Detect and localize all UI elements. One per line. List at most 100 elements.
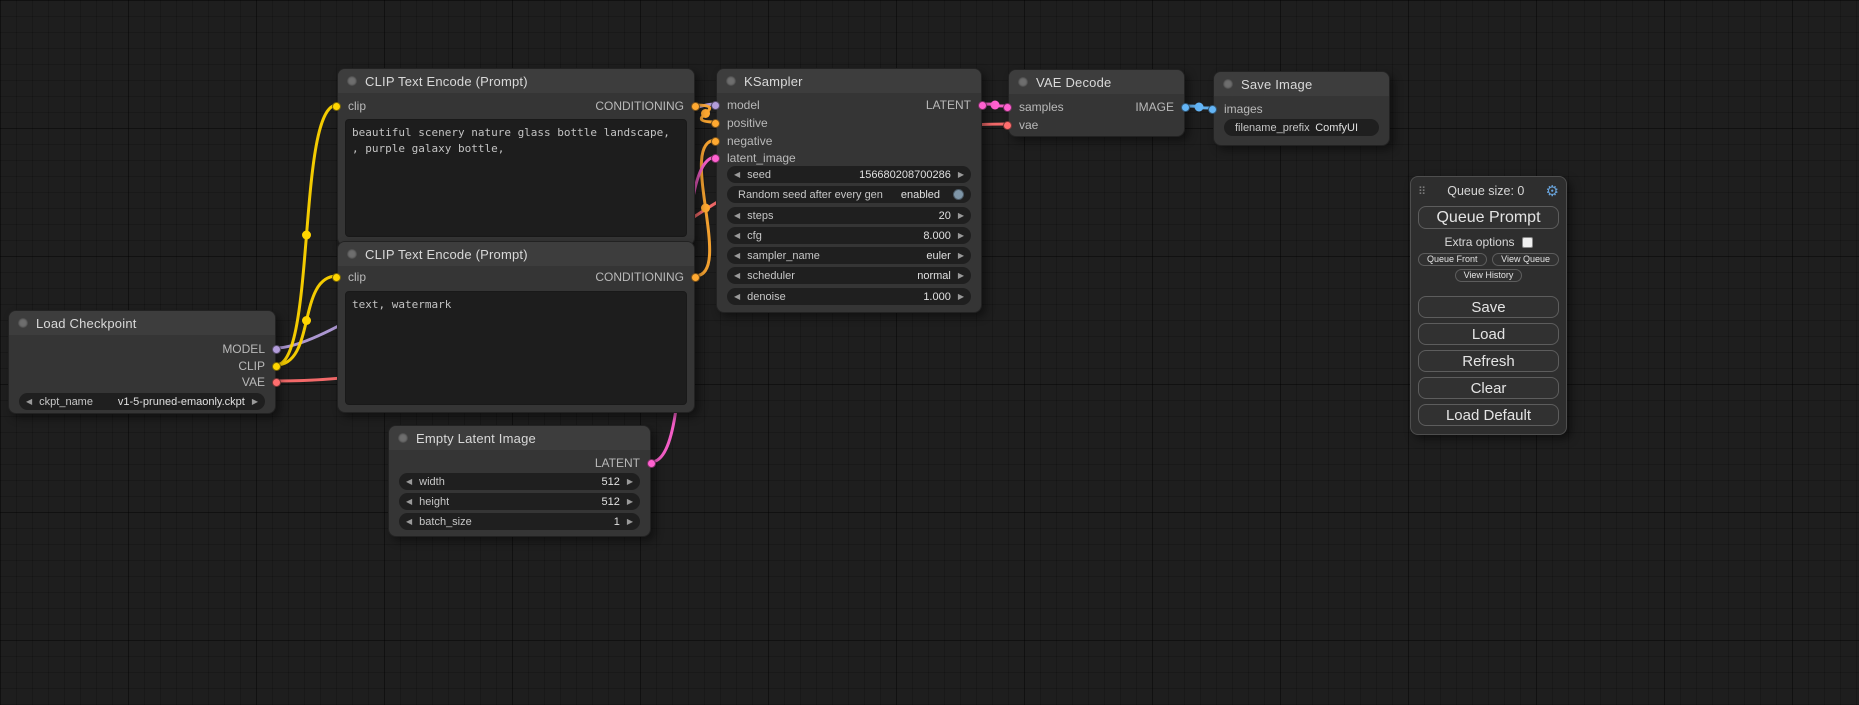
node-save-image[interactable]: Save Image images filename_prefix ComfyU… xyxy=(1213,71,1390,146)
conditioning-port-icon[interactable] xyxy=(691,102,700,111)
output-slot-latent[interactable]: LATENT xyxy=(595,456,656,470)
increment-arrow-icon[interactable]: ▶ xyxy=(627,498,633,506)
collapse-dot[interactable] xyxy=(18,318,28,328)
decrement-arrow-icon[interactable]: ◀ xyxy=(734,212,740,220)
node-title-bar[interactable]: Save Image xyxy=(1214,72,1389,96)
output-slot-vae[interactable]: VAE xyxy=(242,375,281,389)
link-midpoint-dot[interactable] xyxy=(1195,102,1204,111)
clear-button[interactable]: Clear xyxy=(1418,377,1559,399)
collapse-dot[interactable] xyxy=(1223,79,1233,89)
link-midpoint-dot[interactable] xyxy=(701,109,710,118)
steps-widget[interactable]: ◀ steps 20 ▶ xyxy=(727,207,971,224)
input-slot-vae[interactable]: vae xyxy=(1003,118,1038,132)
view-history-button[interactable]: View History xyxy=(1455,269,1523,282)
negative-prompt-textarea[interactable]: text, watermark xyxy=(345,291,687,405)
increment-arrow-icon[interactable]: ▶ xyxy=(958,293,964,301)
image-port-icon[interactable] xyxy=(1181,103,1190,112)
scheduler-widget[interactable]: ◀ scheduler normal ▶ xyxy=(727,267,971,284)
collapse-dot[interactable] xyxy=(347,76,357,86)
node-clip-text-encode-positive[interactable]: CLIP Text Encode (Prompt) clip CONDITION… xyxy=(337,68,695,246)
decrement-arrow-icon[interactable]: ◀ xyxy=(734,252,740,260)
input-slot-samples[interactable]: samples xyxy=(1003,100,1064,114)
node-vae-decode[interactable]: VAE Decode samples vae IMAGE xyxy=(1008,69,1185,137)
latent-port-icon[interactable] xyxy=(647,459,656,468)
collapse-dot[interactable] xyxy=(398,433,408,443)
link-midpoint-dot[interactable] xyxy=(701,204,710,213)
node-load-checkpoint[interactable]: Load Checkpoint MODEL CLIP VAE ◀ ckpt_na… xyxy=(8,310,276,414)
node-empty-latent-image[interactable]: Empty Latent Image LATENT ◀ width 512 ▶ … xyxy=(388,425,651,537)
increment-arrow-icon[interactable]: ▶ xyxy=(627,518,633,526)
node-clip-text-encode-negative[interactable]: CLIP Text Encode (Prompt) clip CONDITION… xyxy=(337,241,695,413)
queue-prompt-button[interactable]: Queue Prompt xyxy=(1418,206,1559,229)
latent-port-icon[interactable] xyxy=(1003,103,1012,112)
node-title-bar[interactable]: Load Checkpoint xyxy=(9,311,275,335)
drag-handle-icon[interactable]: ⠿ xyxy=(1418,185,1426,198)
conditioning-port-icon[interactable] xyxy=(691,273,700,282)
node-ksampler[interactable]: KSampler model positive negative latent_… xyxy=(716,68,982,313)
output-slot-model[interactable]: MODEL xyxy=(222,342,281,356)
clip-port-icon[interactable] xyxy=(272,362,281,371)
link-midpoint-dot[interactable] xyxy=(302,316,311,325)
refresh-button[interactable]: Refresh xyxy=(1418,350,1559,372)
collapse-dot[interactable] xyxy=(726,76,736,86)
latent-port-icon[interactable] xyxy=(711,154,720,163)
toggle-indicator-icon[interactable] xyxy=(953,189,964,200)
vae-port-icon[interactable] xyxy=(1003,121,1012,130)
link-midpoint-dot[interactable] xyxy=(991,101,1000,110)
node-title-bar[interactable]: CLIP Text Encode (Prompt) xyxy=(338,242,694,266)
collapse-dot[interactable] xyxy=(347,249,357,259)
increment-arrow-icon[interactable]: ▶ xyxy=(958,272,964,280)
height-widget[interactable]: ◀ height 512 ▶ xyxy=(399,493,640,510)
latent-port-icon[interactable] xyxy=(978,101,987,110)
decrement-arrow-icon[interactable]: ◀ xyxy=(734,293,740,301)
ckpt-name-widget[interactable]: ◀ ckpt_name v1-5-pruned-emaonly.ckpt ▶ xyxy=(19,393,265,410)
settings-gear-icon[interactable]: ⚙ xyxy=(1546,184,1559,199)
input-slot-clip[interactable]: clip xyxy=(332,270,366,284)
sampler-name-widget[interactable]: ◀ sampler_name euler ▶ xyxy=(727,247,971,264)
node-title-bar[interactable]: VAE Decode xyxy=(1009,70,1184,94)
width-widget[interactable]: ◀ width 512 ▶ xyxy=(399,473,640,490)
node-graph-canvas[interactable]: { "colors": { "model": "#B39DDB", "clip"… xyxy=(0,0,1859,705)
input-slot-clip[interactable]: clip xyxy=(332,99,366,113)
random-seed-toggle-widget[interactable]: Random seed after every gen enabled xyxy=(727,186,971,203)
input-slot-images[interactable]: images xyxy=(1208,102,1263,116)
queue-front-button[interactable]: Queue Front xyxy=(1418,253,1487,266)
decrement-arrow-icon[interactable]: ◀ xyxy=(406,518,412,526)
input-slot-model[interactable]: model xyxy=(711,98,760,112)
filename-prefix-widget[interactable]: filename_prefix ComfyUI xyxy=(1224,119,1379,136)
link-midpoint-dot[interactable] xyxy=(302,231,311,240)
output-slot-conditioning[interactable]: CONDITIONING xyxy=(595,99,700,113)
batch-size-widget[interactable]: ◀ batch_size 1 ▶ xyxy=(399,513,640,530)
vae-port-icon[interactable] xyxy=(272,378,281,387)
increment-arrow-icon[interactable]: ▶ xyxy=(958,232,964,240)
decrement-arrow-icon[interactable]: ◀ xyxy=(734,272,740,280)
clip-port-icon[interactable] xyxy=(332,102,341,111)
load-default-button[interactable]: Load Default xyxy=(1418,404,1559,426)
save-button[interactable]: Save xyxy=(1418,296,1559,318)
node-title-bar[interactable]: KSampler xyxy=(717,69,981,93)
conditioning-port-icon[interactable] xyxy=(711,119,720,128)
load-button[interactable]: Load xyxy=(1418,323,1559,345)
view-queue-button[interactable]: View Queue xyxy=(1492,253,1559,266)
output-slot-image[interactable]: IMAGE xyxy=(1135,100,1190,114)
decrement-arrow-icon[interactable]: ◀ xyxy=(406,478,412,486)
output-slot-clip[interactable]: CLIP xyxy=(238,359,281,373)
denoise-widget[interactable]: ◀ denoise 1.000 ▶ xyxy=(727,288,971,305)
output-slot-conditioning[interactable]: CONDITIONING xyxy=(595,270,700,284)
increment-arrow-icon[interactable]: ▶ xyxy=(958,212,964,220)
image-port-icon[interactable] xyxy=(1208,105,1217,114)
input-slot-positive[interactable]: positive xyxy=(711,116,768,130)
decrement-arrow-icon[interactable]: ◀ xyxy=(406,498,412,506)
seed-widget[interactable]: ◀ seed 156680208700286 ▶ xyxy=(727,166,971,183)
conditioning-port-icon[interactable] xyxy=(711,137,720,146)
collapse-dot[interactable] xyxy=(1018,77,1028,87)
input-slot-latent-image[interactable]: latent_image xyxy=(711,151,796,165)
node-title-bar[interactable]: Empty Latent Image xyxy=(389,426,650,450)
positive-prompt-textarea[interactable]: beautiful scenery nature glass bottle la… xyxy=(345,119,687,237)
model-port-icon[interactable] xyxy=(711,101,720,110)
decrement-arrow-icon[interactable]: ◀ xyxy=(734,171,740,179)
input-slot-negative[interactable]: negative xyxy=(711,134,772,148)
extra-options-checkbox[interactable] xyxy=(1522,237,1533,248)
cfg-widget[interactable]: ◀ cfg 8.000 ▶ xyxy=(727,227,971,244)
model-port-icon[interactable] xyxy=(272,345,281,354)
